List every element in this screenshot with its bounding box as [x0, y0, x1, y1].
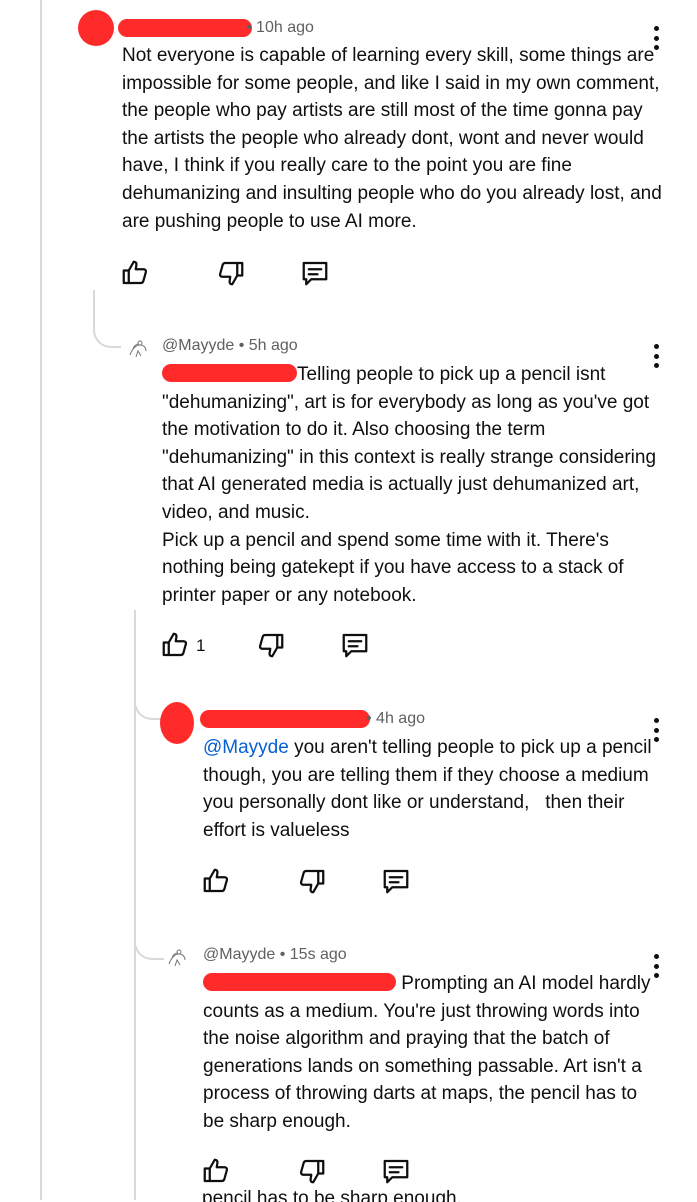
meta-separator: • [246, 19, 257, 36]
like-count: 1 [196, 636, 206, 655]
thumbs-up-icon [203, 868, 229, 893]
thumbs-up-icon [203, 1158, 229, 1183]
comment-time: 10h ago [256, 19, 314, 36]
thumbs-down-icon [218, 261, 244, 286]
dislike-button[interactable] [216, 258, 250, 292]
comment-text-content: Telling people to pick up a pencil isnt … [162, 364, 657, 606]
comment-text: Telling people to pick up a pencil isnt … [162, 361, 662, 609]
thumbs-up-icon [162, 632, 188, 657]
like-button[interactable] [120, 258, 154, 292]
more-vert-icon [653, 26, 659, 31]
comment-time: 5h ago [248, 337, 298, 354]
comment-text: Not everyone is capable of learning ever… [122, 45, 668, 232]
comment-text-content: Prompting an AI model hardly counts as a… [203, 973, 656, 1132]
comment-actions [201, 866, 421, 900]
comment-time: 15s ago [289, 946, 347, 963]
redacted-mention [203, 973, 396, 991]
redacted-mention [162, 364, 297, 382]
like-button[interactable] [201, 866, 235, 900]
meta-separator: • [234, 337, 249, 354]
thread-connector [134, 920, 164, 960]
reply-comment-icon [383, 869, 409, 894]
thread-connector [134, 690, 164, 720]
like-button[interactable] [160, 630, 194, 664]
more-vert-icon [653, 954, 659, 959]
comment-text: Prompting an AI model hardly counts as a… [203, 970, 663, 1136]
dislike-button[interactable] [297, 1156, 331, 1190]
more-vert-icon [653, 718, 659, 723]
meta-separator: • [366, 710, 377, 727]
dislike-button[interactable] [256, 630, 290, 664]
comment-text: @Mayyde you aren't telling people to pic… [203, 734, 663, 844]
thread-line [40, 0, 42, 1200]
redacted-author-name [118, 19, 252, 37]
more-vert-icon [653, 344, 659, 349]
reply-button[interactable] [381, 1156, 415, 1190]
thumbs-down-icon [299, 1159, 325, 1184]
comment-actions: 1 [160, 630, 380, 664]
reply-comment-icon [383, 1159, 409, 1184]
reply-button[interactable] [300, 258, 334, 292]
meta-separator: • [275, 946, 290, 963]
mention-link[interactable]: @Mayyde [203, 737, 289, 758]
avatar-sketch-icon[interactable] [124, 335, 152, 363]
redacted-author-name [200, 710, 370, 728]
avatar[interactable] [78, 10, 114, 46]
thumbs-up-icon [122, 260, 148, 285]
comment-actions [201, 1156, 421, 1190]
comment-meta: • 10h ago [246, 19, 314, 37]
avatar-sketch-icon[interactable] [163, 944, 191, 972]
avatar[interactable] [160, 702, 194, 744]
thumbs-down-icon [299, 869, 325, 894]
comment-meta: @Mayyde • 5h ago [162, 337, 298, 355]
comment-author[interactable]: @Mayyde [162, 337, 234, 354]
reply-comment-icon [302, 261, 328, 286]
thread-connector [93, 290, 121, 348]
comment-time: 4h ago [376, 710, 425, 727]
comment-meta: @Mayyde • 15s ago [203, 946, 347, 964]
thumbs-down-icon [258, 633, 284, 658]
comment-actions [120, 258, 340, 292]
comment-meta: • 4h ago [366, 710, 425, 728]
reply-comment-icon [342, 633, 368, 658]
dislike-button[interactable] [297, 866, 331, 900]
like-button[interactable] [201, 1156, 235, 1190]
reply-button[interactable] [381, 866, 415, 900]
comment-author[interactable]: @Mayyde [203, 946, 275, 963]
reply-button[interactable] [340, 630, 374, 664]
